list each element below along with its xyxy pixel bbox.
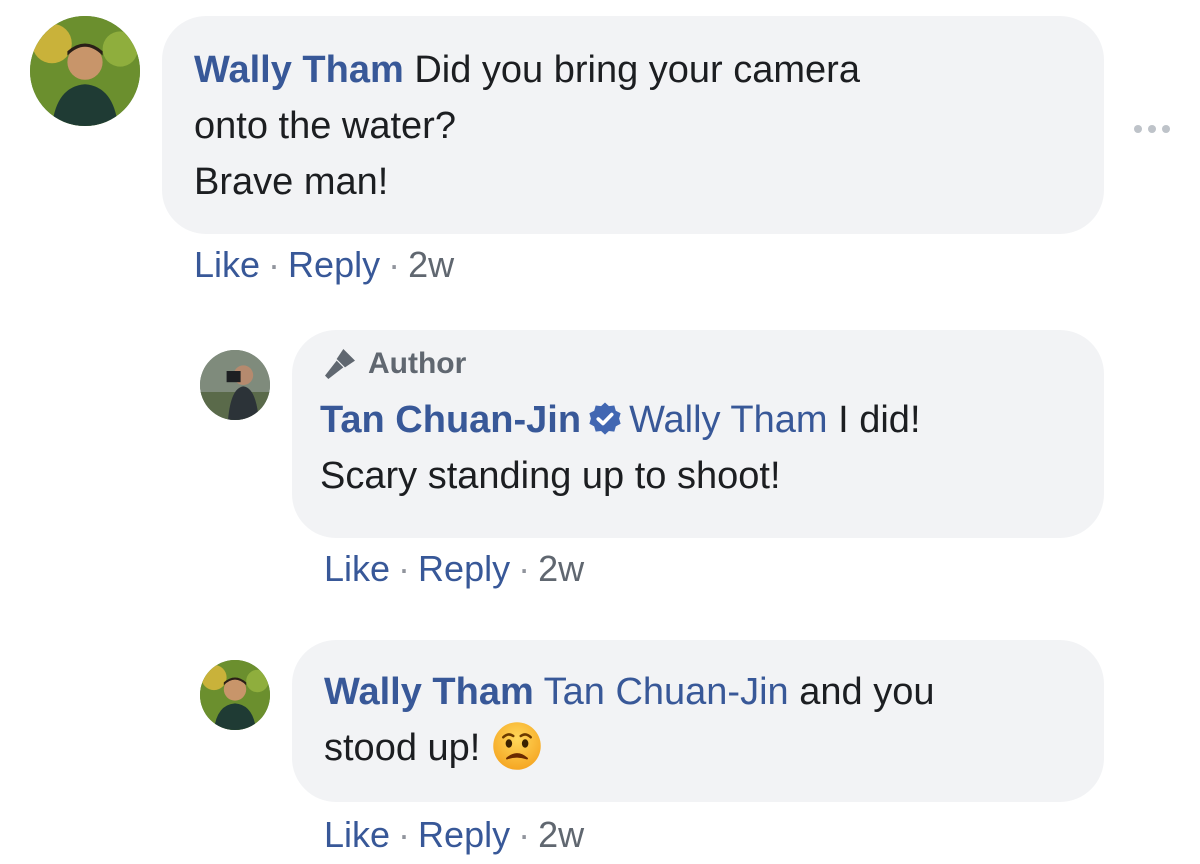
comment-bubble-1: Wally Tham Did you bring your camera ont… bbox=[162, 16, 1104, 234]
comment-text: Scary standing up to shoot! bbox=[320, 455, 781, 497]
comment-author-name[interactable]: Wally Tham bbox=[324, 671, 534, 713]
avatar-wally-tham[interactable] bbox=[30, 16, 140, 126]
reply-button[interactable]: Reply bbox=[418, 814, 510, 855]
comment-bubble-3: Wally Tham Tan Chuan-Jin and you stood u… bbox=[292, 640, 1104, 802]
comment-timestamp[interactable]: 2w bbox=[538, 814, 584, 855]
avatar-tan-chuan-jin[interactable] bbox=[200, 350, 270, 420]
comment-actions: Like · Reply · 2w bbox=[324, 814, 584, 856]
separator: · bbox=[268, 244, 281, 285]
separator: · bbox=[398, 548, 411, 589]
worried-face-emoji bbox=[493, 722, 542, 770]
separator: · bbox=[398, 814, 411, 855]
comment-text: stood up! bbox=[324, 727, 481, 769]
separator: · bbox=[518, 548, 531, 589]
like-button[interactable]: Like bbox=[324, 814, 390, 855]
comment-text: and you bbox=[788, 671, 935, 713]
comment-bubble-2: Author Tan Chuan-Jin Wally Tham I did! S… bbox=[292, 330, 1104, 538]
verified-badge-icon bbox=[589, 402, 621, 435]
like-button[interactable]: Like bbox=[324, 548, 390, 589]
microphone-icon bbox=[325, 349, 355, 379]
author-badge-label: Author bbox=[368, 347, 467, 380]
more-options-icon[interactable] bbox=[1134, 118, 1182, 140]
reply-button[interactable]: Reply bbox=[418, 548, 510, 589]
comment-author-name[interactable]: Wally Tham bbox=[194, 49, 404, 91]
separator: · bbox=[518, 814, 531, 855]
comment-text: Did you bring your camera bbox=[414, 49, 860, 91]
like-button[interactable]: Like bbox=[194, 244, 260, 285]
comment-text: Brave man! bbox=[194, 161, 389, 203]
separator: · bbox=[388, 244, 401, 285]
comment-actions: Like · Reply · 2w bbox=[324, 548, 584, 590]
comment-author-name[interactable]: Tan Chuan-Jin bbox=[320, 399, 581, 441]
comment-text: I did! bbox=[827, 399, 921, 441]
comment-text: onto the water? bbox=[194, 105, 456, 147]
reply-button[interactable]: Reply bbox=[288, 244, 380, 285]
author-badge: Author bbox=[320, 344, 1104, 384]
comment-actions: Like · Reply · 2w bbox=[194, 244, 454, 286]
mention-link[interactable]: Wally Tham bbox=[629, 399, 827, 441]
comment-thread: Wally Tham Did you bring your camera ont… bbox=[0, 0, 1200, 864]
avatar-wally-tham[interactable] bbox=[200, 660, 270, 730]
mention-link[interactable]: Tan Chuan-Jin bbox=[544, 671, 789, 713]
comment-timestamp[interactable]: 2w bbox=[538, 548, 584, 589]
comment-timestamp[interactable]: 2w bbox=[408, 244, 454, 285]
